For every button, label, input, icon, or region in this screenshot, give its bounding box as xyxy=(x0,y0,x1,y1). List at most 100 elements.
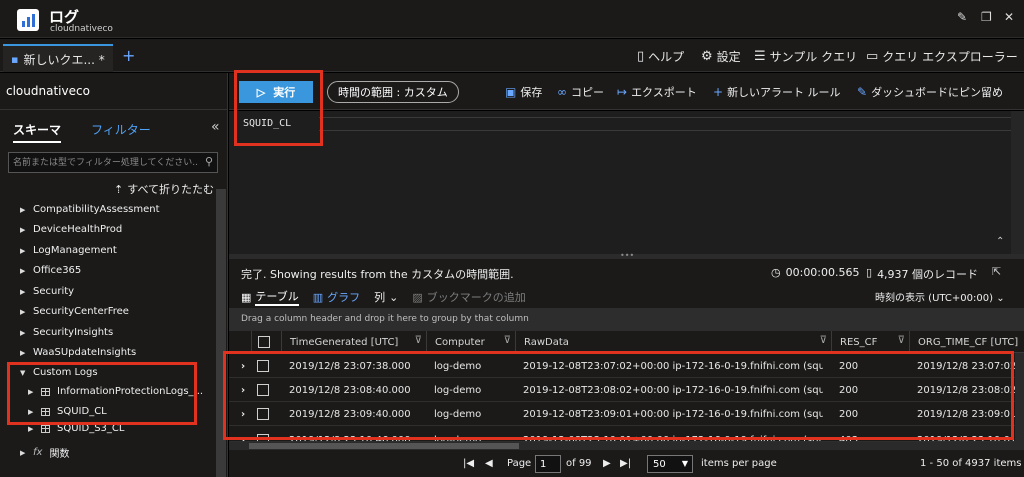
filter-icon[interactable]: ⊽ xyxy=(898,335,905,346)
caret-right-icon: ▶ xyxy=(20,348,26,357)
column-header[interactable]: TimeGenerated [UTC] ⊽ xyxy=(281,331,426,353)
pager-summary: 1 - 50 of 4937 items xyxy=(920,458,1022,469)
new-alert-rule-button[interactable]: + 新しいアラート ルール xyxy=(713,84,841,100)
export-button[interactable]: ↦ エクスポート xyxy=(617,84,697,100)
export-icon: ↦ xyxy=(617,85,628,99)
settings-link[interactable]: ⚙ 設定 xyxy=(701,48,741,65)
elapsed-value: 00:00:00.565 xyxy=(785,266,860,279)
tree-item-functions[interactable]: ▶ fx 関数 xyxy=(20,445,69,460)
save-button[interactable]: ▣ 保存 xyxy=(505,84,542,100)
tree-item[interactable]: ▶ Office365 xyxy=(20,265,81,276)
query-editor[interactable]: SQUID_CL ⌃ xyxy=(229,111,1024,254)
add-tab-button[interactable]: + xyxy=(122,46,135,65)
caret-right-icon: ▶ xyxy=(20,448,26,457)
elapsed-time: ◷ 00:00:00.565 xyxy=(771,266,860,279)
schema-filter-input[interactable] xyxy=(13,155,199,171)
function-icon: fx xyxy=(33,447,43,458)
tree-item-label: SecurityInsights xyxy=(33,327,114,338)
grid-vertical-scrollbar[interactable] xyxy=(1015,353,1024,442)
column-header[interactable]: RES_CF ⊽ xyxy=(831,331,909,353)
tab-label: 新しいクエ... * xyxy=(23,52,105,67)
tree-item-label: Security xyxy=(33,286,75,297)
chevron-down-icon: ⌄ xyxy=(389,290,399,304)
pin-icon[interactable]: ✎ xyxy=(957,10,967,24)
link-icon: ∞ xyxy=(557,85,567,99)
tab-new-query[interactable]: ▪ 新しいクエ... * xyxy=(3,44,113,72)
help-link[interactable]: ▯ ヘルプ xyxy=(637,48,684,65)
current-line-highlight xyxy=(319,117,1022,131)
workspace-selector[interactable]: cloudnativeco xyxy=(0,73,228,110)
group-hint: Drag a column header and drop it here to… xyxy=(241,314,529,324)
tree-item[interactable]: ▶ WaaSUpdateInsights xyxy=(20,347,136,358)
caret-right-icon: ▶ xyxy=(20,307,26,316)
status-text: 完了. Showing results from the カスタムの時間範囲. xyxy=(241,268,514,281)
chart-icon: ▥ xyxy=(312,290,324,304)
tab-schema[interactable]: スキーマ xyxy=(13,121,62,143)
restore-icon[interactable]: ❐ xyxy=(981,10,992,24)
page-number-input[interactable] xyxy=(535,455,561,473)
pin-to-dashboard-button[interactable]: ✎ ダッシュボードにピン留め xyxy=(857,84,1003,100)
add-bookmark-button[interactable]: ▨ ブックマークの追加 xyxy=(412,289,525,305)
tree-item[interactable]: ▶ DeviceHealthProd xyxy=(20,224,122,235)
caret-right-icon: ▶ xyxy=(20,266,26,275)
tree-item[interactable]: ▶ LogManagement xyxy=(20,245,117,256)
per-page-label: items per page xyxy=(701,458,777,469)
column-header[interactable]: RawData ⊽ xyxy=(515,331,831,353)
tree-item[interactable]: ▶ SecurityCenterFree xyxy=(20,306,129,317)
group-by-bar[interactable]: Drag a column header and drop it here to… xyxy=(229,308,1024,331)
scrollbar-thumb[interactable] xyxy=(249,443,519,449)
tree-item-label: WaaSUpdateInsights xyxy=(33,347,137,358)
tab-filter[interactable]: フィルター xyxy=(91,121,151,138)
columns-dropdown[interactable]: 列 ⌄ xyxy=(374,289,398,305)
grid-horizontal-scrollbar[interactable] xyxy=(229,442,1024,450)
highlight-run-query xyxy=(234,70,323,146)
collapse-editor-icon[interactable]: ⌃ xyxy=(996,236,1004,247)
timezone-dropdown[interactable]: 時刻の表示 (UTC+00:00) ⌄ xyxy=(875,289,1005,304)
column-header-label: Computer xyxy=(435,336,485,348)
page-size-select[interactable]: 50 ▼ xyxy=(647,455,693,473)
title-bar: ログ cloudnativeco ✎ ❐ ✕ xyxy=(0,0,1024,38)
tree-item-label: DeviceHealthProd xyxy=(33,224,123,235)
table-icon xyxy=(41,424,50,433)
sample-queries-link[interactable]: ☰ サンプル クエリ xyxy=(754,48,857,65)
app-subtitle: cloudnativeco xyxy=(50,24,113,34)
folder-icon: ▭ xyxy=(866,49,879,64)
collapse-all-button[interactable]: ⇡ すべて折りたたむ xyxy=(114,181,214,197)
editor-scrollbar[interactable] xyxy=(1011,111,1024,254)
tree-item[interactable]: ▶ CompatibilityAssessment xyxy=(20,204,160,215)
next-page-icon[interactable]: ▶ xyxy=(603,458,611,469)
timezone-label: 時刻の表示 (UTC+00:00) xyxy=(875,293,994,304)
first-page-icon[interactable]: |◀ xyxy=(463,458,474,469)
caret-right-icon: ▶ xyxy=(20,246,26,255)
tab-table[interactable]: ▦ テーブル xyxy=(241,288,299,306)
gear-icon: ⚙ xyxy=(701,49,713,64)
filter-icon[interactable]: ⊽ xyxy=(504,335,511,346)
log-analytics-icon xyxy=(17,9,39,31)
tree-item-label: LogManagement xyxy=(33,245,117,256)
filter-icon[interactable]: ⊽ xyxy=(820,335,827,346)
record-count: ▯ 4,937 個のレコード xyxy=(866,266,978,282)
filter-icon[interactable]: ⊽ xyxy=(415,335,422,346)
time-range-button[interactable]: 時間の範囲 : カスタム xyxy=(327,81,459,103)
tab-chart[interactable]: ▥ グラフ xyxy=(313,289,360,305)
column-header[interactable]: Computer ⊽ xyxy=(426,331,515,353)
prev-page-icon[interactable]: ◀ xyxy=(485,458,493,469)
bookmark-icon: ▨ xyxy=(412,290,423,304)
last-page-icon[interactable]: ▶| xyxy=(620,458,631,469)
column-header[interactable]: ORG_TIME_CF [UTC] xyxy=(909,331,1024,353)
collapse-pane-icon[interactable]: « xyxy=(211,119,220,135)
query-explorer-link[interactable]: ▭ クエリ エクスプローラー xyxy=(866,48,1018,65)
bookmark-label: ブックマークの追加 xyxy=(426,291,526,304)
clock-icon: ◷ xyxy=(771,266,781,279)
book-icon: ▯ xyxy=(637,49,645,64)
copy-button[interactable]: ∞ コピー xyxy=(557,84,604,100)
pager: |◀ ◀ Page of 99 ▶ ▶| 50▼ items per page … xyxy=(229,452,1024,477)
tree-item[interactable]: ▶ SecurityInsights xyxy=(20,327,113,338)
select-all-checkbox[interactable] xyxy=(258,336,270,348)
tree-item[interactable]: ▶ Security xyxy=(20,286,74,297)
close-icon[interactable]: ✕ xyxy=(1004,10,1014,24)
column-header-label: RawData xyxy=(524,336,569,348)
pin-results-icon[interactable]: ⇱ xyxy=(992,265,1001,278)
search-icon: ⚲ xyxy=(204,155,213,168)
column-header-label: ORG_TIME_CF [UTC] xyxy=(918,336,1019,348)
